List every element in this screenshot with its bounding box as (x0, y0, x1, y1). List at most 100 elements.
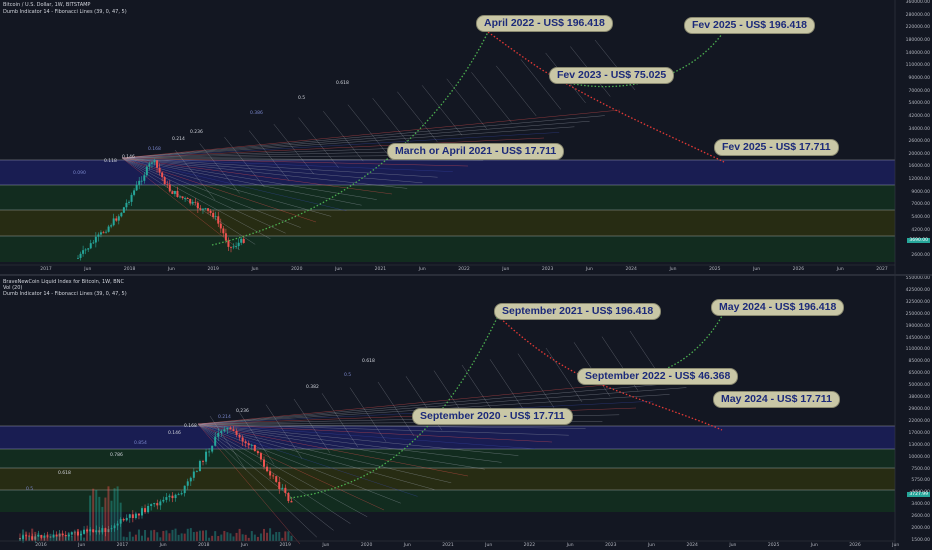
chart-panel-top[interactable]: 0.090 0.118 0.146 0.168 0.214 0.236 0.386 0.5 0.… (0, 0, 932, 274)
volume-bar (259, 533, 262, 541)
x-tick-label: Jun (485, 543, 493, 548)
candle-body (278, 481, 281, 489)
x-tick-label: 2017 (116, 543, 129, 548)
candle-body (145, 166, 148, 176)
volume-bar (134, 534, 137, 541)
fib-label: 0.118 (104, 158, 117, 164)
fib-ray (446, 78, 487, 129)
candle-body (70, 532, 73, 535)
x-tick-label: 2018 (198, 543, 210, 548)
x-tick-label: 2017 (40, 267, 52, 272)
volume-bar (137, 529, 140, 541)
candle-body (222, 228, 225, 234)
last-price-tag: 3690.00 (907, 238, 930, 243)
y-tick-label: 145000.00 (905, 335, 930, 341)
annotation-callout: May 2024 - US$ 196.418 (711, 299, 845, 316)
fib-label: 0.5 (344, 372, 351, 378)
y-tick-label: 3400.00 (911, 502, 930, 508)
volume-bar (92, 488, 95, 541)
y-tick-label: 38000.00 (908, 395, 930, 401)
volume-bar (189, 528, 192, 541)
candle-body (55, 534, 58, 537)
x-tick-label: 2019 (207, 267, 219, 272)
volume-bar (98, 496, 101, 541)
volume-bar (101, 506, 104, 541)
x-tick-label: 2026 (849, 543, 861, 548)
annotation-callout: April 2022 - US$ 196.418 (476, 15, 613, 32)
x-tick-label: 2018 (123, 267, 136, 272)
fib-label: 0.236 (190, 129, 203, 135)
volume-bar (217, 536, 220, 541)
x-tick-label: Jun (418, 267, 426, 272)
volume-bar (192, 532, 195, 541)
candle-body (272, 475, 275, 477)
volume-bar (287, 531, 290, 541)
x-tick-label: Jun (84, 267, 92, 272)
y-tick-label: 280000.00 (905, 12, 930, 18)
candle-body (99, 232, 102, 235)
candle-body (275, 476, 278, 482)
candle-body (211, 445, 214, 452)
chart-symbol-title: Bitcoin / U.S. Dollar, 1W, BITSTAMP (3, 2, 91, 8)
candle-body (28, 535, 31, 537)
x-tick-label: 2021 (374, 267, 387, 272)
candle-body (208, 451, 211, 453)
candle-body (125, 517, 128, 521)
fib-label: 0.618 (58, 470, 71, 476)
x-tick-label: Jun (403, 543, 411, 548)
candle-body (150, 162, 153, 164)
volume-bar (141, 535, 143, 541)
volume-bar (232, 536, 235, 541)
candle-body (186, 197, 189, 199)
x-tick-label: 2024 (686, 543, 698, 548)
fib-ray (397, 91, 438, 142)
candle-body (219, 223, 222, 229)
y-tick-label: 54000.00 (908, 101, 930, 107)
candle-body (290, 501, 293, 503)
x-tick-label: 2023 (605, 543, 617, 548)
candle-body (43, 535, 46, 538)
x-tick-label: Jun (78, 543, 86, 548)
candle-body (156, 503, 159, 506)
x-tick-label: 2022 (458, 267, 470, 272)
volume-bar (46, 534, 49, 541)
volume-bar (244, 534, 247, 541)
candle-body (226, 427, 229, 430)
chart-canvas-top[interactable]: 0.090 0.118 0.146 0.168 0.214 0.236 0.386 0.5 0.… (0, 0, 932, 274)
candle-body (84, 249, 87, 251)
candle-body (198, 460, 201, 472)
chart-panel-bottom[interactable]: 0.5 0.618 0.786 0.854 0.146 0.168 0.214 0.236 0.… (0, 276, 932, 550)
candle-body (92, 242, 95, 244)
candle-body (140, 180, 143, 182)
candle-body (135, 184, 138, 191)
fib-label: 0.090 (73, 170, 86, 176)
volume-bar (37, 533, 40, 541)
candle-body (259, 453, 262, 460)
candle-body (171, 191, 174, 194)
candle-body (205, 451, 208, 462)
candle-body (165, 497, 168, 500)
volume-bar (253, 534, 256, 541)
candle-body (180, 493, 183, 495)
volume-bar (250, 531, 253, 541)
fib-ray (323, 111, 364, 162)
volume-bar (107, 486, 110, 541)
volume-bar (177, 534, 180, 541)
candle-body (79, 253, 82, 258)
candle-body (130, 194, 133, 202)
y-tick-label: 17000.00 (908, 430, 930, 436)
candle-body (102, 232, 105, 234)
volume-bar (34, 531, 37, 541)
candle-body (220, 431, 223, 433)
volume-bar (113, 488, 116, 541)
price-zone (0, 210, 895, 236)
volume-bar (147, 537, 150, 541)
fib-label: 0.168 (184, 423, 197, 429)
y-tick-label: 65000.00 (908, 371, 930, 377)
candle-body (207, 208, 210, 211)
candle-body (183, 485, 186, 494)
candle-body (171, 495, 174, 499)
candle-body (189, 198, 192, 204)
volume-bar (119, 502, 122, 541)
y-tick-label: 5750.00 (911, 478, 930, 484)
